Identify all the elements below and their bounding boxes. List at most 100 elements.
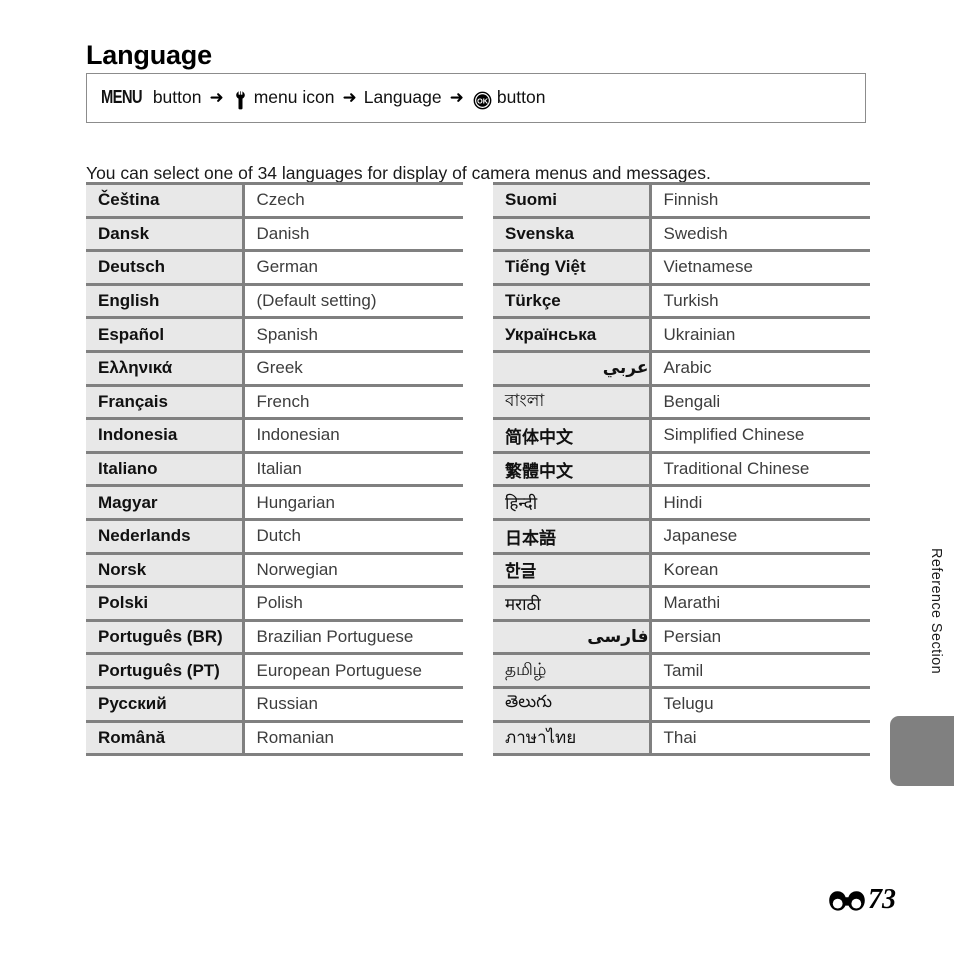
language-native-name: Deutsch [86,249,245,285]
language-english-name: Hindi [650,484,870,520]
language-row: Русский Russian [86,685,463,721]
language-native-name: मराठी [493,585,652,621]
ok-button-word: button [496,87,546,107]
language-english-name: Turkish [650,282,870,318]
menu-button-word: button [152,87,202,107]
reference-section-label: Reference Section [928,548,944,675]
page-footer: 73 [828,886,896,914]
language-native-name: Tiếng Việt [493,249,652,285]
language-native-name: Français [86,383,245,419]
language-native-name: 简体中文 [493,417,652,453]
language-english-name: Spanish [243,316,463,352]
language-native-name: Indonesia [86,417,245,453]
language-english-name: European Portuguese [243,652,463,688]
language-english-name: Swedish [650,215,870,251]
wrench-icon [233,90,248,110]
language-english-name: Ukrainian [650,316,870,352]
section-thumb-tab [890,716,954,786]
language-native-name: 日本語 [493,517,652,554]
language-row: Indonesia Indonesian [86,417,463,453]
language-english-name: Greek [243,349,463,386]
language-native-name: 繁體中文 [493,450,652,486]
language-row: Română Romanian [86,719,463,757]
language-native-name: Dansk [86,215,245,251]
language-native-name: عربي [493,349,652,386]
language-row: Tiếng Việt Vietnamese [493,249,870,285]
arrow-right-icon: ➜ [342,88,357,107]
language-table-right: Suomi Finnish Svenska Swedish Tiếng Việt Viet… [493,182,870,757]
language-native-name: Română [86,719,245,757]
language-row: فارسی Persian [493,618,870,654]
language-row: عربي Arabic [493,349,870,386]
language-row: 한글 Korean [493,551,870,587]
language-english-name: Norwegian [243,551,463,587]
language-english-name: Czech [243,182,463,218]
language-english-name: Persian [650,618,870,654]
language-row: Türkçe Turkish [493,282,870,318]
intro-text: You can select one of 34 languages for d… [86,162,711,183]
language-menu-label: Language [363,87,442,107]
language-english-name: Danish [243,215,463,251]
language-english-name: Traditional Chinese [650,450,870,486]
language-row: Magyar Hungarian [86,484,463,520]
language-row: తెలుగు Telugu [493,685,870,721]
language-english-name: German [243,249,463,285]
language-native-name: தமிழ் [493,652,652,688]
language-row: मराठी Marathi [493,585,870,621]
language-native-name: 한글 [493,551,652,587]
language-row: தமிழ் Tamil [493,652,870,688]
language-english-name: Thai [650,719,870,757]
language-native-name: Ελληνικά [86,349,245,386]
ok-button-icon: OK [473,91,492,110]
language-native-name: Magyar [86,484,245,520]
language-row: Dansk Danish [86,215,463,251]
language-row: Čeština Czech [86,182,463,218]
language-row: हिन्दी Hindi [493,484,870,520]
language-row: Español Spanish [86,316,463,352]
language-row: বাংলা Bengali [493,383,870,419]
language-row: Svenska Swedish [493,215,870,251]
language-native-name: हिन्दी [493,484,652,520]
language-native-name: ภาษาไทย [493,719,652,757]
page-number: 73 [868,884,896,915]
language-english-name: (Default setting) [243,282,463,318]
language-native-name: Українська [493,316,652,352]
language-english-name: Finnish [650,182,870,218]
language-row: Français French [86,383,463,419]
language-table-left: Čeština Czech Dansk Danish Deutsch German Engl… [86,182,463,757]
language-english-name: Korean [650,551,870,587]
language-native-name: Čeština [86,182,245,218]
language-english-name: Polish [243,585,463,621]
language-row: 简体中文 Simplified Chinese [493,417,870,453]
language-row: Norsk Norwegian [86,551,463,587]
language-english-name: Telugu [650,685,870,721]
language-english-name: Hungarian [243,484,463,520]
language-row: Nederlands Dutch [86,517,463,554]
language-row: Suomi Finnish [493,182,870,218]
arrow-right-icon: ➜ [449,88,464,107]
arrow-right-icon: ➜ [209,88,224,107]
language-english-name: Dutch [243,517,463,554]
language-english-name: Italian [243,450,463,486]
language-english-name: Japanese [650,517,870,554]
language-native-name: Español [86,316,245,352]
page-title: Language [86,40,212,71]
reference-section-icon [828,889,866,913]
language-native-name: বাংলা [493,383,652,419]
language-native-name: English [86,282,245,318]
language-native-name: Türkçe [493,282,652,318]
language-row: ภาษาไทย Thai [493,719,870,757]
menu-button-label: MENU [101,87,142,107]
language-native-name: Svenska [493,215,652,251]
language-english-name: Marathi [650,585,870,621]
language-native-name: فارسی [493,618,652,654]
language-native-name: Italiano [86,450,245,486]
svg-text:OK: OK [477,97,489,106]
setup-menu-icon-label: menu icon [253,87,335,107]
language-row: Українська Ukrainian [493,316,870,352]
language-english-name: Russian [243,685,463,721]
language-table-right-body: Suomi Finnish Svenska Swedish Tiếng Việt Viet… [493,182,870,757]
language-row: 日本語 Japanese [493,517,870,554]
language-english-name: Indonesian [243,417,463,453]
language-native-name: తెలుగు [493,685,652,721]
